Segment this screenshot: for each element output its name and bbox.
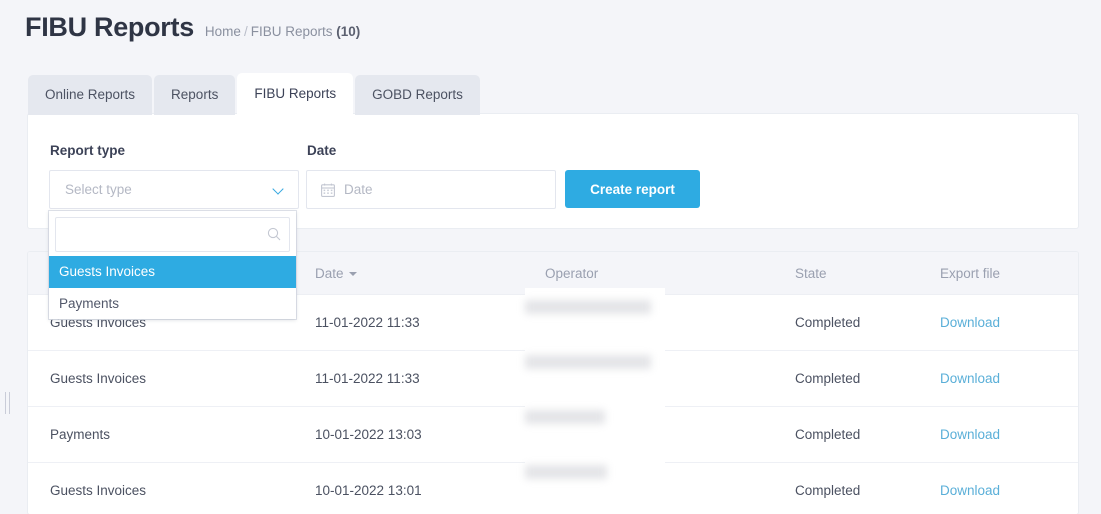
column-header-operator[interactable]: Operator bbox=[545, 252, 795, 295]
cell-date: 11-01-2022 11:33 bbox=[315, 351, 545, 407]
table-row[interactable]: Payments 10-01-2022 13:03 Completed Down… bbox=[28, 407, 1078, 463]
report-type-placeholder: Select type bbox=[65, 182, 274, 197]
tab-gobd-reports[interactable]: GOBD Reports bbox=[355, 75, 480, 115]
cell-state: Completed bbox=[795, 463, 940, 514]
cell-date: 11-01-2022 11:33 bbox=[315, 295, 545, 351]
cell-report-type: Payments bbox=[28, 407, 315, 463]
drag-handle-icon bbox=[9, 392, 10, 414]
breadcrumb-home-link[interactable]: Home bbox=[205, 24, 241, 39]
column-header-date[interactable]: Date bbox=[315, 252, 545, 295]
column-header-date-label: Date bbox=[315, 266, 344, 281]
breadcrumb-current: FIBU Reports bbox=[251, 24, 333, 39]
cell-date: 10-01-2022 13:01 bbox=[315, 463, 545, 514]
breadcrumb: Home/FIBU Reports (10) bbox=[205, 25, 360, 39]
tab-reports[interactable]: Reports bbox=[154, 75, 235, 115]
report-type-select[interactable]: Select type bbox=[49, 170, 299, 209]
cell-operator bbox=[545, 463, 795, 514]
report-type-label: Report type bbox=[50, 143, 125, 158]
cell-date: 10-01-2022 13:03 bbox=[315, 407, 545, 463]
sort-desc-icon bbox=[349, 272, 357, 276]
create-report-button[interactable]: Create report bbox=[565, 170, 700, 208]
calendar-icon bbox=[321, 183, 335, 197]
cell-report-type: Guests Invoices bbox=[28, 463, 315, 514]
dropdown-option-guests-invoices[interactable]: Guests Invoices bbox=[49, 256, 296, 288]
page-title: FIBU Reports bbox=[25, 14, 194, 41]
dropdown-search-input[interactable] bbox=[56, 218, 289, 251]
cell-operator bbox=[545, 351, 795, 407]
cell-operator bbox=[545, 295, 795, 351]
cell-operator bbox=[545, 407, 795, 463]
date-placeholder: Date bbox=[344, 182, 373, 197]
page-header: FIBU Reports Home/FIBU Reports (10) bbox=[25, 14, 360, 41]
download-link[interactable]: Download bbox=[940, 483, 1000, 498]
cell-export: Download bbox=[940, 295, 1078, 351]
table-body: Guests Invoices 11-01-2022 11:33 Complet… bbox=[28, 295, 1078, 514]
tab-fibu-reports[interactable]: FIBU Reports bbox=[237, 73, 353, 115]
tab-bar: Online Reports Reports FIBU Reports GOBD… bbox=[28, 73, 482, 115]
breadcrumb-separator: / bbox=[244, 24, 248, 39]
breadcrumb-count: (10) bbox=[336, 24, 360, 39]
report-type-dropdown: Guests Invoices Payments bbox=[49, 211, 296, 319]
download-link[interactable]: Download bbox=[940, 427, 1000, 442]
date-input[interactable]: Date bbox=[306, 170, 556, 209]
cell-state: Completed bbox=[795, 407, 940, 463]
dropdown-option-payments[interactable]: Payments bbox=[49, 288, 296, 320]
date-label: Date bbox=[307, 143, 336, 158]
dropdown-search-wrap bbox=[49, 211, 296, 256]
drag-handle-icon bbox=[5, 392, 6, 414]
tab-online-reports[interactable]: Online Reports bbox=[28, 75, 152, 115]
cell-export: Download bbox=[940, 351, 1078, 407]
download-link[interactable]: Download bbox=[940, 371, 1000, 386]
cell-state: Completed bbox=[795, 351, 940, 407]
cell-report-type: Guests Invoices bbox=[28, 351, 315, 407]
dropdown-search-box[interactable] bbox=[55, 217, 290, 252]
column-header-export-file[interactable]: Export file bbox=[940, 252, 1078, 295]
sidebar-drag-handle[interactable] bbox=[2, 392, 12, 414]
table-row[interactable]: Guests Invoices 11-01-2022 11:33 Complet… bbox=[28, 351, 1078, 407]
cell-state: Completed bbox=[795, 295, 940, 351]
download-link[interactable]: Download bbox=[940, 315, 1000, 330]
table-row[interactable]: Guests Invoices 10-01-2022 13:01 Complet… bbox=[28, 463, 1078, 514]
column-header-state[interactable]: State bbox=[795, 252, 940, 295]
cell-export: Download bbox=[940, 463, 1078, 514]
chevron-down-icon bbox=[274, 184, 285, 195]
cell-export: Download bbox=[940, 407, 1078, 463]
